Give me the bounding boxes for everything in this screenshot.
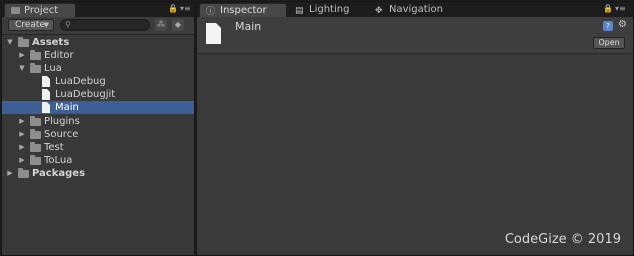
tab-project-label: Project: [24, 5, 59, 16]
tree-item-label: Assets: [32, 37, 70, 48]
inspector-panel: ⓘ Inspector ▤ Lighting ✥ Navigation 🔒 ▾≡…: [197, 2, 633, 255]
tree-item-test[interactable]: ▶ Test: [2, 141, 194, 154]
project-panel: Project 🔒 ▾≡ Create ▼ ⚲ ⁂ ◆ ▼ Assets ▶ E…: [2, 2, 194, 255]
folder-icon: [30, 155, 41, 165]
tree-item-packages[interactable]: ▶ Packages: [2, 167, 194, 180]
collapse-arrow-icon[interactable]: ▶: [18, 128, 26, 141]
tree-item-label: LuaDebug: [55, 76, 106, 87]
project-tabbar: Project 🔒 ▾≡: [2, 2, 194, 17]
expand-arrow-icon[interactable]: ▼: [6, 36, 14, 49]
panel-menu-icon[interactable]: ▾≡: [180, 4, 191, 13]
tree-item-editor[interactable]: ▶ Editor: [2, 49, 194, 62]
tree-item-tolua[interactable]: ▶ ToLua: [2, 154, 194, 167]
create-button[interactable]: Create ▼: [8, 19, 54, 31]
tree-item-label: Source: [44, 129, 79, 140]
folder-icon: [30, 116, 41, 126]
asset-file-icon: [206, 23, 221, 44]
tree-item-luadebugjit[interactable]: LuaDebugjit: [2, 88, 194, 101]
folder-icon: [30, 142, 41, 152]
chevron-down-icon: ▼: [43, 21, 49, 29]
tree-item-label: Main: [55, 102, 79, 113]
collapse-arrow-icon[interactable]: ▶: [6, 167, 14, 180]
filter-by-type-icon[interactable]: ⁂: [155, 19, 167, 31]
folder-icon: [30, 63, 41, 73]
gear-icon[interactable]: ⚙: [618, 19, 627, 30]
tree-item-label: Packages: [32, 168, 86, 179]
lock-icon[interactable]: 🔒: [603, 4, 613, 13]
unity-editor-window: Project 🔒 ▾≡ Create ▼ ⚲ ⁂ ◆ ▼ Assets ▶ E…: [1, 1, 634, 256]
tree-item-label: Plugins: [44, 116, 80, 127]
search-input[interactable]: ⚲: [60, 19, 150, 31]
open-button[interactable]: Open: [593, 37, 625, 49]
folder-icon: [30, 129, 41, 139]
inspector-header: Main ? ⚙ Open: [197, 17, 633, 54]
tab-label: Lighting: [309, 4, 350, 15]
tree-item-source[interactable]: ▶ Source: [2, 128, 194, 141]
folder-tab-icon: [11, 7, 20, 14]
tab-navigation[interactable]: ✥ Navigation: [369, 3, 459, 17]
collapse-arrow-icon[interactable]: ▶: [18, 49, 26, 62]
tab-project[interactable]: Project: [4, 3, 76, 17]
tab-label: Navigation: [389, 4, 443, 15]
collapse-arrow-icon[interactable]: ▶: [18, 154, 26, 167]
expand-arrow-icon[interactable]: ▼: [18, 62, 26, 75]
search-icon: ⚲: [65, 20, 71, 29]
collapse-arrow-icon[interactable]: ▶: [18, 141, 26, 154]
tab-label: Inspector: [220, 5, 267, 16]
collapse-arrow-icon[interactable]: ▶: [18, 115, 26, 128]
asset-name: Main: [235, 20, 262, 33]
watermark-text: CodeGize © 2019: [504, 232, 621, 247]
tree-item-plugins[interactable]: ▶ Plugins: [2, 115, 194, 128]
folder-icon: [18, 37, 29, 47]
tree-item-label: Lua: [44, 63, 62, 74]
tree-item-label: ToLua: [44, 155, 73, 166]
tree-item-label: LuaDebugjit: [55, 89, 116, 100]
folder-icon: [18, 168, 29, 178]
file-icon: [42, 76, 50, 87]
project-toolbar: Create ▼ ⚲ ⁂ ◆: [2, 17, 194, 35]
tree-item-assets[interactable]: ▼ Assets: [2, 36, 194, 49]
tree-item-lua[interactable]: ▼ Lua: [2, 62, 194, 75]
help-icon[interactable]: ?: [603, 21, 613, 31]
filter-by-label-icon[interactable]: ◆: [172, 19, 184, 31]
inspector-tabbar: ⓘ Inspector ▤ Lighting ✥ Navigation 🔒 ▾≡: [197, 2, 633, 17]
file-icon: [42, 102, 50, 113]
tree-item-main[interactable]: Main: [2, 101, 194, 114]
file-icon: [42, 89, 50, 100]
tree-item-luadebug[interactable]: LuaDebug: [2, 75, 194, 88]
folder-icon: [30, 50, 41, 60]
lock-icon[interactable]: 🔒: [168, 4, 178, 13]
tree-item-label: Editor: [44, 50, 74, 61]
tab-inspector[interactable]: ⓘ Inspector: [199, 3, 287, 17]
create-button-label: Create: [15, 20, 45, 30]
tab-lighting[interactable]: ▤ Lighting: [289, 3, 369, 17]
tree-item-label: Test: [44, 142, 64, 153]
panel-menu-icon[interactable]: ▾≡: [615, 4, 626, 13]
